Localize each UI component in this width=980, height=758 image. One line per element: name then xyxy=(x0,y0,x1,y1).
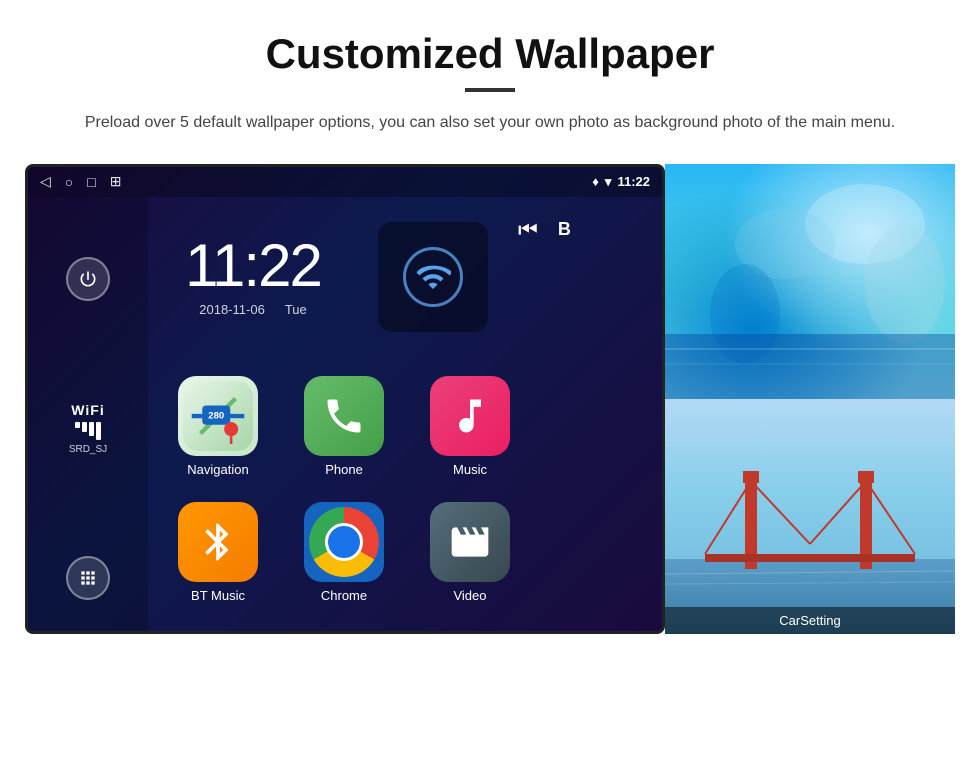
phone-label: Phone xyxy=(325,462,363,477)
status-left: ◁ ○ □ ⊞ xyxy=(40,173,121,190)
chrome-inner-circle xyxy=(325,523,363,561)
svg-text:280: 280 xyxy=(208,411,224,422)
car-setting-label: CarSetting xyxy=(665,607,955,634)
wallpaper-ice[interactable] xyxy=(665,164,955,399)
widget-area xyxy=(358,197,508,357)
device-wrapper: ◁ ○ □ ⊞ ♦ ▾ 11:22 W xyxy=(25,164,955,634)
apps-grid-button[interactable] xyxy=(66,556,110,600)
home-nav-icon[interactable]: ○ xyxy=(65,174,73,190)
title-divider xyxy=(465,88,515,92)
power-button[interactable] xyxy=(66,257,110,301)
shortcuts-area: ⏮ B xyxy=(518,217,571,243)
clock-date-value: 2018-11-06 xyxy=(199,302,265,317)
chrome-icon xyxy=(304,502,384,582)
app-item-navigation[interactable]: 280 Navigation xyxy=(158,367,278,487)
wifi-label: WiFi xyxy=(69,402,107,418)
clock-area: 11:22 2018-11-06 Tue xyxy=(148,197,358,357)
status-right: ♦ ▾ 11:22 xyxy=(592,174,650,190)
bridge-wallpaper-bg xyxy=(665,399,955,634)
chrome-label: Chrome xyxy=(321,588,367,603)
wallpaper-panels: CarSetting xyxy=(665,164,955,634)
wifi-bar-2 xyxy=(82,422,87,432)
video-label: Video xyxy=(453,588,486,603)
wifi-bars xyxy=(69,422,107,440)
app-item-phone[interactable]: Phone xyxy=(284,367,404,487)
app-item-chrome[interactable]: Chrome xyxy=(284,493,404,613)
bt-music-icon xyxy=(178,502,258,582)
wifi-bar-1 xyxy=(75,422,80,428)
phone-icon xyxy=(304,376,384,456)
navigation-label: Navigation xyxy=(187,462,248,477)
signal-widget-icon xyxy=(403,247,463,307)
clock-day-value: Tue xyxy=(285,302,307,317)
wifi-status-icon: ▾ xyxy=(605,174,612,190)
wallpaper-bridge[interactable]: CarSetting xyxy=(665,399,955,634)
wifi-bar-3 xyxy=(89,422,94,436)
android-screen: ◁ ○ □ ⊞ ♦ ▾ 11:22 W xyxy=(25,164,665,634)
status-time: 11:22 xyxy=(617,174,650,189)
back-nav-icon[interactable]: ◁ xyxy=(40,173,51,190)
navigation-icon: 280 xyxy=(178,376,258,456)
wifi-info: WiFi SRD_SJ xyxy=(69,402,107,455)
bluetooth-shortcut[interactable]: B xyxy=(558,219,571,240)
side-panel: WiFi SRD_SJ xyxy=(28,197,148,634)
widget-box xyxy=(378,222,488,332)
location-icon: ♦ xyxy=(592,174,599,189)
app-item-video[interactable]: Video xyxy=(410,493,530,613)
page-title: Customized Wallpaper xyxy=(266,30,715,78)
skip-back-shortcut[interactable]: ⏮ xyxy=(518,217,538,243)
recents-nav-icon[interactable]: □ xyxy=(87,174,95,190)
clock-date: 2018-11-06 Tue xyxy=(199,302,306,317)
page-description: Preload over 5 default wallpaper options… xyxy=(85,110,895,136)
chrome-circle xyxy=(309,507,379,577)
wifi-bar-4 xyxy=(96,422,101,440)
screenshot-nav-icon[interactable]: ⊞ xyxy=(110,173,122,190)
video-icon xyxy=(430,502,510,582)
status-bar: ◁ ○ □ ⊞ ♦ ▾ 11:22 xyxy=(28,167,662,197)
clock-time: 11:22 xyxy=(185,236,321,296)
page-container: Customized Wallpaper Preload over 5 defa… xyxy=(0,0,980,758)
music-label: Music xyxy=(453,462,487,477)
bt-music-label: BT Music xyxy=(191,588,245,603)
app-item-bt-music[interactable]: BT Music xyxy=(158,493,278,613)
wifi-ssid: SRD_SJ xyxy=(69,444,107,455)
app-item-music[interactable]: Music xyxy=(410,367,530,487)
app-grid: 280 Navigation Phone xyxy=(148,357,540,623)
music-icon xyxy=(430,376,510,456)
